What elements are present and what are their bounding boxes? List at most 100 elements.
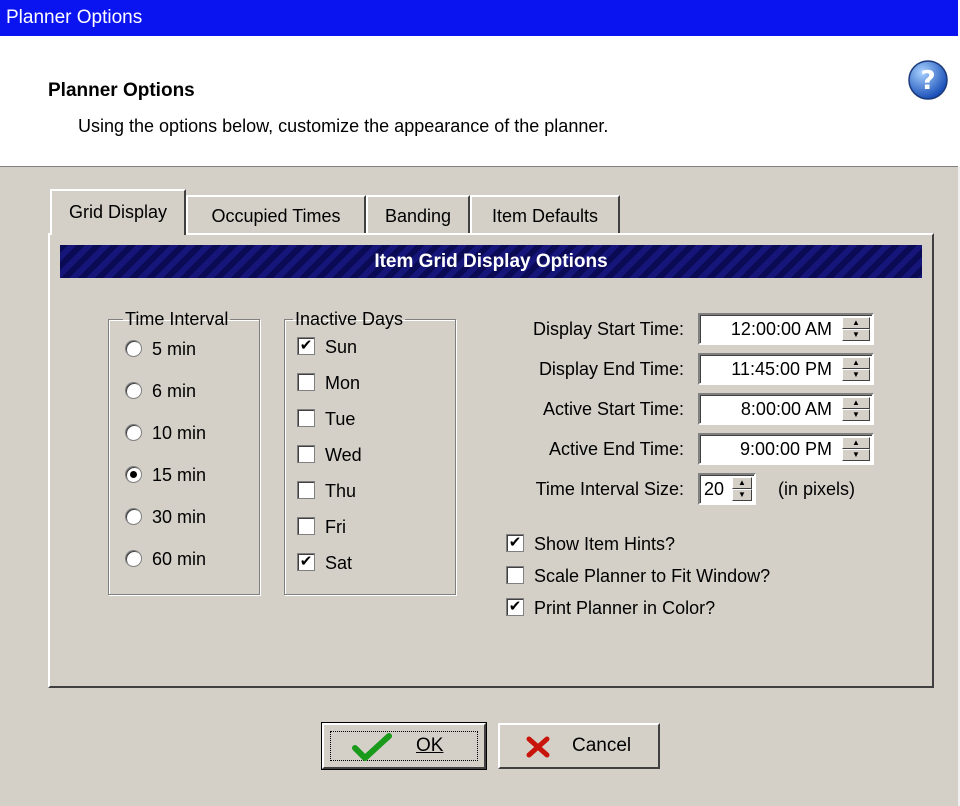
tab-label: Occupied Times [211, 206, 341, 226]
radio-button[interactable] [125, 549, 142, 567]
checkbox[interactable]: ✔ [297, 337, 315, 356]
inactive-days-legend: Inactive Days [295, 309, 404, 329]
check-fri[interactable]: Fri [297, 512, 346, 542]
interval-size-field[interactable]: 20 ▲ ▼ [698, 473, 756, 505]
checkbox-label: Fri [325, 517, 346, 537]
spin-up-icon[interactable]: ▲ [842, 357, 870, 369]
active-start-value[interactable]: 8:00:00 AM [741, 395, 832, 423]
checkbox[interactable] [297, 373, 315, 392]
radio-6-min[interactable]: 6 min [125, 376, 196, 406]
radio-button[interactable] [125, 339, 142, 357]
active-start-label: Active Start Time: [542, 399, 684, 419]
check-print-color[interactable]: ✔ Print Planner in Color? [506, 593, 715, 623]
display-start-field[interactable]: 12:00:00 AM ▲ ▼ [698, 313, 874, 345]
active-start-spinner[interactable]: ▲ ▼ [842, 397, 870, 421]
header-subtitle: Using the options below, customize the a… [78, 116, 609, 136]
tab-grid-display[interactable]: Grid Display [50, 189, 186, 235]
radio-button[interactable] [125, 423, 142, 441]
active-end-value[interactable]: 9:00:00 PM [740, 435, 832, 463]
radio-5-min[interactable]: 5 min [125, 334, 196, 364]
checkbox[interactable]: ✔ [506, 534, 524, 553]
interval-size-spinner[interactable]: ▲ ▼ [732, 477, 752, 501]
check-mon[interactable]: Mon [297, 368, 360, 398]
dialog-header: Planner Options Using the options below,… [0, 36, 958, 167]
ok-button[interactable]: OK [321, 722, 487, 770]
display-end-value[interactable]: 11:45:00 PM [731, 355, 832, 383]
checkbox[interactable] [506, 566, 524, 585]
tab-banding[interactable]: Banding [366, 195, 470, 233]
checkbox[interactable] [297, 517, 315, 536]
cancel-label: Cancel [572, 735, 632, 756]
radio-label: 6 min [152, 381, 197, 401]
spin-down-icon[interactable]: ▼ [842, 329, 870, 341]
interval-size-unit: (in pixels) [778, 479, 856, 499]
checkbox[interactable]: ✔ [506, 598, 524, 617]
spin-down-icon[interactable]: ▼ [842, 449, 870, 461]
inactive-days-group: Inactive Days ✔ Sun Mon Tue Wed Thu Fri ✔… [284, 309, 456, 595]
active-end-spinner[interactable]: ▲ ▼ [842, 437, 870, 461]
cancel-button[interactable]: Cancel [498, 723, 660, 769]
display-start-value[interactable]: 12:00:00 AM [731, 315, 832, 343]
checkbox-label: Wed [325, 445, 362, 465]
display-end-field[interactable]: 11:45:00 PM ▲ ▼ [698, 353, 874, 385]
checkbox[interactable] [297, 481, 315, 500]
checkbox[interactable] [297, 445, 315, 464]
radio-button[interactable] [125, 507, 142, 525]
checkbox-label: Show Item Hints? [534, 534, 676, 554]
window-title-bar[interactable]: Planner Options [0, 0, 958, 36]
window-title: Planner Options [6, 7, 143, 28]
check-thu[interactable]: Thu [297, 476, 356, 506]
display-start-label: Display Start Time: [532, 319, 684, 339]
checkbox-label: Print Planner in Color? [534, 598, 716, 618]
radio-label: 15 min [152, 465, 207, 485]
spin-down-icon[interactable]: ▼ [732, 489, 752, 501]
radio-button[interactable] [125, 465, 142, 483]
radio-label: 5 min [152, 339, 197, 359]
display-start-spinner[interactable]: ▲ ▼ [842, 317, 870, 341]
active-end-field[interactable]: 9:00:00 PM ▲ ▼ [698, 433, 874, 465]
checkbox-label: Tue [325, 409, 356, 429]
tab-occupied-times[interactable]: Occupied Times [186, 195, 366, 233]
spin-down-icon[interactable]: ▼ [842, 369, 870, 381]
radio-label: 10 min [152, 423, 207, 443]
display-end-label: Display End Time: [538, 359, 684, 379]
check-sun[interactable]: ✔ Sun [297, 332, 357, 362]
active-start-field[interactable]: 8:00:00 AM ▲ ▼ [698, 393, 874, 425]
check-wed[interactable]: Wed [297, 440, 362, 470]
check-icon [352, 733, 392, 761]
time-interval-legend: Time Interval [125, 309, 229, 329]
radio-60-min[interactable]: 60 min [125, 544, 206, 574]
checkbox-label: Sat [325, 553, 353, 573]
time-interval-group: Time Interval 5 min 6 min 10 min 15 min … [108, 309, 260, 595]
checkbox[interactable] [297, 409, 315, 428]
svg-text:?: ? [920, 66, 935, 96]
spin-down-icon[interactable]: ▼ [842, 409, 870, 421]
check-show-item-hints[interactable]: ✔ Show Item Hints? [506, 529, 675, 559]
ok-label: OK [416, 735, 444, 756]
spin-up-icon[interactable]: ▲ [732, 477, 752, 489]
spin-up-icon[interactable]: ▲ [842, 397, 870, 409]
check-tue[interactable]: Tue [297, 404, 355, 434]
radio-10-min[interactable]: 10 min [125, 418, 206, 448]
radio-15-min[interactable]: 15 min [125, 460, 206, 490]
spin-up-icon[interactable]: ▲ [842, 437, 870, 449]
spin-up-icon[interactable]: ▲ [842, 317, 870, 329]
interval-size-value[interactable]: 20 [704, 475, 724, 503]
tab-label: Item Defaults [491, 206, 599, 226]
tab-label: Banding [384, 206, 452, 226]
display-end-spinner[interactable]: ▲ ▼ [842, 357, 870, 381]
radio-label: 60 min [152, 549, 207, 569]
tab-item-defaults[interactable]: Item Defaults [470, 195, 620, 233]
radio-label: 30 min [152, 507, 207, 527]
header-title: Planner Options [48, 80, 195, 101]
checkbox-label: Mon [325, 373, 361, 393]
check-sat[interactable]: ✔ Sat [297, 548, 352, 578]
checkbox-label: Scale Planner to Fit Window? [534, 566, 771, 586]
help-icon[interactable]: ? [906, 58, 950, 102]
radio-30-min[interactable]: 30 min [125, 502, 206, 532]
interval-size-label: Time Interval Size: [535, 479, 684, 499]
checkbox-label: Thu [325, 481, 357, 501]
radio-button[interactable] [125, 381, 142, 399]
checkbox[interactable]: ✔ [297, 553, 315, 572]
check-scale-planner[interactable]: Scale Planner to Fit Window? [506, 561, 770, 591]
